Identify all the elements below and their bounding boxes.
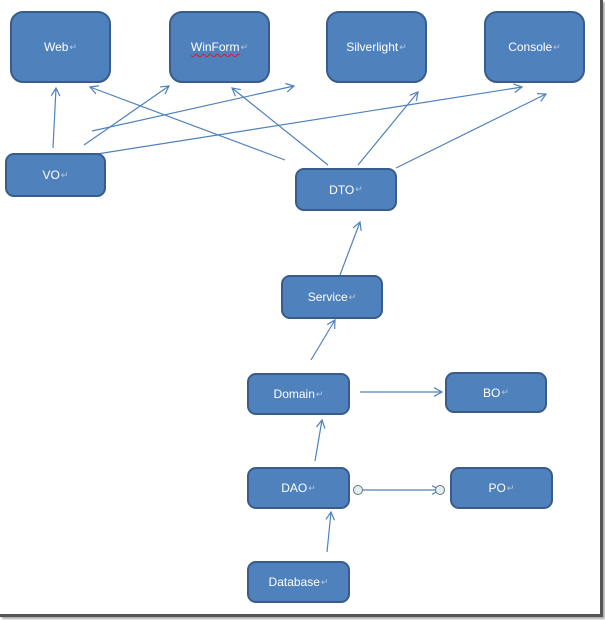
node-bo-label: BO (483, 385, 501, 400)
edge-database-to-dao (325, 510, 336, 553)
edge-dto-to-web (88, 85, 286, 161)
node-database: Database ↵ (247, 561, 350, 603)
paragraph-mark-icon: ↵ (320, 576, 329, 587)
edge-line (339, 221, 361, 276)
paragraph-mark-icon: ↵ (506, 482, 515, 493)
node-domain: Domain ↵ (247, 373, 350, 415)
paragraph-mark-icon: ↵ (348, 291, 357, 302)
edge-dto-to-winform (231, 87, 329, 166)
node-dto: DTO ↵ (295, 168, 397, 211)
node-web-label: Web (43, 40, 69, 54)
edge-line (89, 86, 286, 161)
connector-handle-icon[interactable] (435, 485, 445, 495)
edge-vo-to-silverlight (91, 82, 296, 132)
edge-line (91, 85, 295, 132)
edge-line (52, 87, 57, 149)
edge-line (231, 87, 329, 166)
paragraph-mark-icon: ↵ (308, 482, 316, 493)
node-vo: VO ↵ (5, 153, 106, 197)
node-winform-label: WinForm (190, 40, 240, 54)
node-domain-label: Domain (273, 387, 315, 401)
paragraph-mark-icon: ↵ (399, 41, 407, 52)
edge-service-to-dto (339, 220, 362, 276)
edge-domain-to-bo (360, 387, 444, 397)
edge-line (395, 93, 547, 169)
node-po: PO ↵ (450, 467, 553, 509)
node-winform: WinForm ↵ (169, 11, 270, 83)
edge-line (310, 319, 336, 361)
node-silverlight-label: Silverlight (346, 40, 399, 54)
node-web: Web ↵ (10, 11, 111, 83)
edge-line (96, 86, 523, 155)
edge-dto-to-console (395, 93, 548, 169)
paragraph-mark-icon: ↵ (60, 169, 69, 180)
edge-vo-to-console (96, 83, 524, 155)
node-console: Console ↵ (484, 11, 585, 83)
node-vo-label: VO (42, 168, 60, 182)
node-console-label: Console (508, 40, 553, 54)
edge-line (357, 91, 419, 166)
node-po-label: PO (488, 481, 506, 495)
paragraph-mark-icon: ↵ (240, 41, 249, 52)
node-database-label: Database (268, 575, 320, 589)
edge-line (83, 85, 170, 146)
node-bo: BO ↵ (445, 372, 547, 413)
paragraph-mark-icon: ↵ (315, 388, 324, 399)
paragraph-mark-icon: ↵ (501, 387, 509, 397)
node-dao: DAO ↵ (247, 467, 350, 509)
arrowhead-icon (326, 318, 336, 330)
paragraph-mark-icon: ↵ (355, 184, 363, 194)
node-dao-label: DAO (281, 481, 308, 495)
node-silverlight: Silverlight ↵ (326, 11, 427, 83)
edge-vo-to-web (50, 86, 61, 149)
edge-dto-to-silverlight (357, 91, 419, 166)
connector-handle-icon[interactable] (353, 485, 363, 495)
edge-dao-to-domain (314, 418, 326, 462)
edge-vo-to-winform (83, 85, 171, 146)
edge-dao-to-po (353, 485, 445, 495)
paragraph-mark-icon: ↵ (69, 41, 77, 52)
paragraph-mark-icon: ↵ (553, 41, 561, 52)
edge-domain-to-service (310, 318, 336, 361)
node-dto-label: DTO (329, 182, 355, 197)
node-service-label: Service (307, 290, 348, 304)
node-service: Service ↵ (281, 275, 383, 319)
edge-line (314, 419, 323, 462)
